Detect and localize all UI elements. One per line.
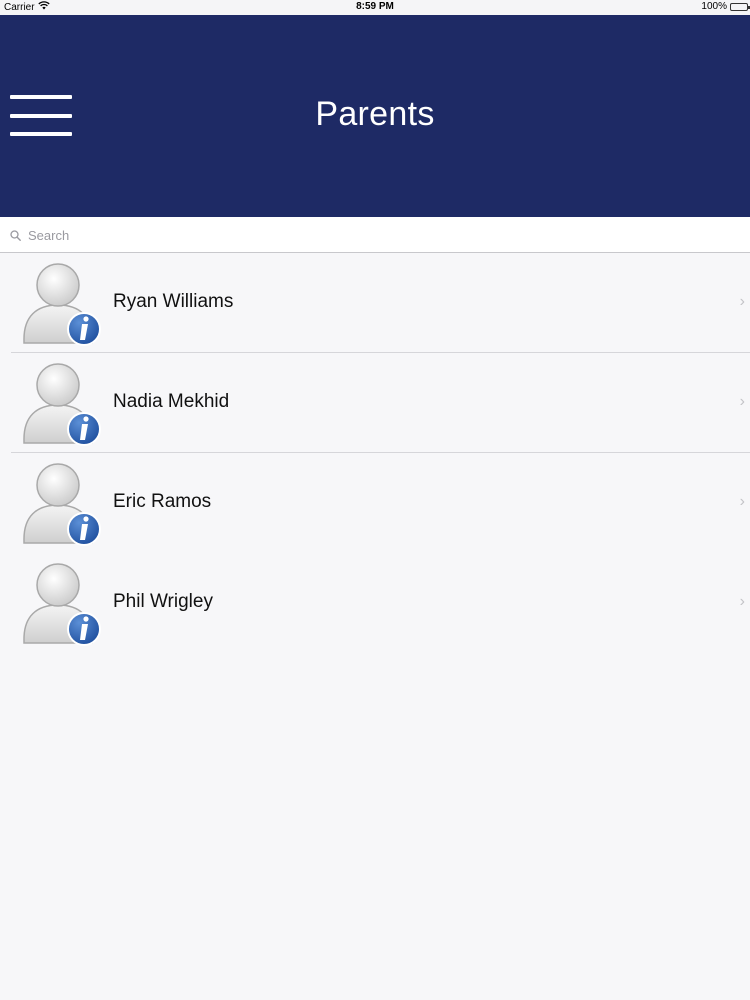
parent-name: Nadia Mekhid [113,391,230,412]
search-bar [0,217,750,253]
list-item[interactable]: Eric Ramos › [0,453,750,553]
battery-percent: 100% [701,1,727,12]
navigation-bar: Parents [0,15,750,217]
parent-name: Phil Wrigley [113,591,213,612]
status-bar: Carrier 8:59 PM 100% [0,0,750,15]
search-input[interactable] [26,223,730,247]
chevron-right-icon: › [739,493,745,510]
user-info-avatar-icon [20,359,102,447]
user-info-avatar-icon [20,259,102,347]
list-item[interactable]: Phil Wrigley › [0,553,750,653]
parent-name: Ryan Williams [113,291,234,312]
user-info-avatar-icon [20,459,102,547]
status-time: 8:59 PM [356,1,394,12]
chevron-right-icon: › [739,393,745,410]
search-icon [10,228,21,246]
parents-list: Ryan Williams › Nadia Mekhid › Eric Ramo… [0,253,750,653]
chevron-right-icon: › [739,293,745,310]
battery-icon [730,2,750,11]
list-item[interactable]: Nadia Mekhid › [0,353,750,453]
page-title: Parents [315,95,435,133]
user-info-avatar-icon [20,559,102,647]
chevron-right-icon: › [739,593,745,610]
parent-name: Eric Ramos [113,491,212,512]
list-item[interactable]: Ryan Williams › [0,253,750,353]
status-right: 100% [701,1,750,12]
